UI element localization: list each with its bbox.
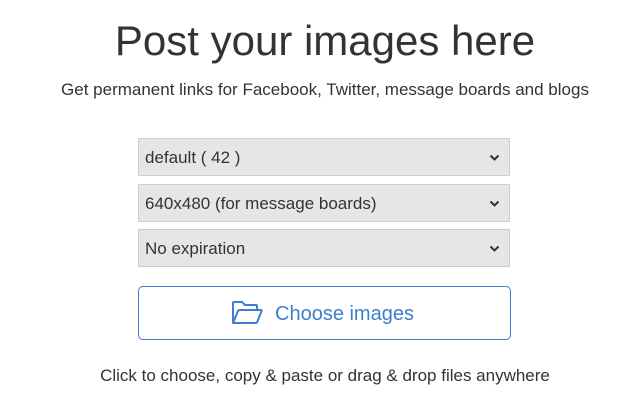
folder-open-icon — [232, 301, 263, 324]
choose-images-button[interactable]: Choose images — [138, 286, 511, 340]
page-title: Post your images here — [114, 17, 536, 64]
chevron-down-icon — [489, 245, 500, 252]
expiration-select-value: No expiration — [145, 239, 246, 258]
choose-images-label: Choose images — [275, 303, 414, 325]
expiration-select[interactable]: No expiration — [138, 229, 510, 267]
album-select-value: default ( 42 ) — [145, 148, 241, 167]
page-subtitle: Get permanent links for Facebook, Twitte… — [61, 80, 589, 99]
chevron-down-icon — [489, 154, 500, 161]
upload-page: Post your images here Get permanent link… — [0, 0, 640, 409]
upload-hint: Click to choose, copy & paste or drag & … — [100, 366, 550, 385]
chevron-down-icon — [489, 200, 500, 207]
size-select[interactable]: 640x480 (for message boards) — [138, 184, 510, 222]
size-select-value: 640x480 (for message boards) — [145, 194, 377, 213]
album-select[interactable]: default ( 42 ) — [138, 138, 510, 176]
